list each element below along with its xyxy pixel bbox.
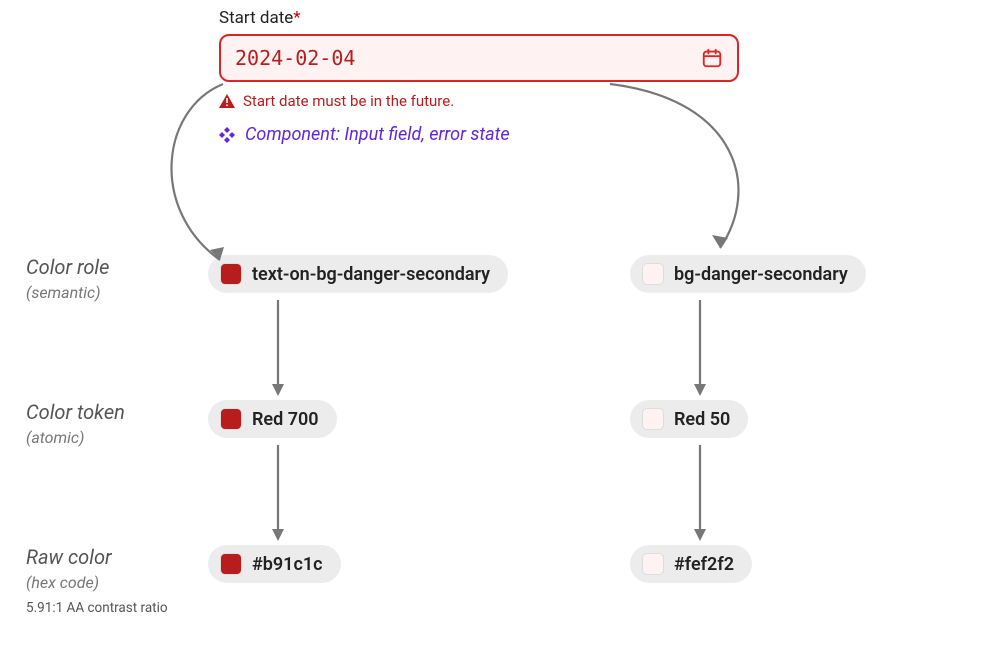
required-asterisk: * xyxy=(293,8,300,28)
pill-token-right: Red 50 xyxy=(630,400,748,438)
pill-label: #b91c1c xyxy=(252,554,323,575)
swatch xyxy=(642,408,664,430)
date-input[interactable]: 2024-02-04 xyxy=(219,34,739,82)
pill-label: #fef2f2 xyxy=(674,554,734,575)
field-label-text: Start date xyxy=(219,8,293,28)
component-caption: Component: Input field, error state xyxy=(219,124,739,145)
category-title: Color role xyxy=(26,255,109,279)
category-sub: (atomic) xyxy=(26,428,125,447)
swatch xyxy=(220,263,242,285)
pill-role-left: text-on-bg-danger-secondary xyxy=(208,255,508,293)
swatch xyxy=(220,553,242,575)
input-field-example: Start date* 2024-02-04 Start date must b… xyxy=(219,8,739,145)
pill-raw-right: #fef2f2 xyxy=(630,545,752,583)
pill-label: text-on-bg-danger-secondary xyxy=(252,264,490,285)
swatch xyxy=(220,408,242,430)
component-icon xyxy=(219,127,235,143)
category-title: Raw color xyxy=(26,545,112,569)
category-sub: (hex code) xyxy=(26,573,112,592)
error-text: Start date must be in the future. xyxy=(243,92,454,110)
pill-token-left: Red 700 xyxy=(208,400,337,438)
swatch xyxy=(642,553,664,575)
calendar-icon xyxy=(701,47,723,69)
field-label: Start date* xyxy=(219,8,739,28)
pill-raw-left: #b91c1c xyxy=(208,545,341,583)
category-title: Color token xyxy=(26,400,125,424)
warning-icon xyxy=(219,94,235,108)
category-color-token: Color token (atomic) xyxy=(26,400,125,447)
category-color-role: Color role (semantic) xyxy=(26,255,109,302)
pill-label: Red 50 xyxy=(674,409,730,430)
date-input-value: 2024-02-04 xyxy=(235,46,355,70)
pill-label: bg-danger-secondary xyxy=(674,264,848,285)
category-sub: (semantic) xyxy=(26,283,109,302)
pill-role-right: bg-danger-secondary xyxy=(630,255,866,293)
category-raw-color: Raw color (hex code) xyxy=(26,545,112,592)
contrast-ratio-note: 5.91:1 AA contrast ratio xyxy=(26,600,168,616)
error-message: Start date must be in the future. xyxy=(219,92,739,110)
swatch xyxy=(642,263,664,285)
component-caption-text: Component: Input field, error state xyxy=(245,124,510,145)
pill-label: Red 700 xyxy=(252,409,319,430)
